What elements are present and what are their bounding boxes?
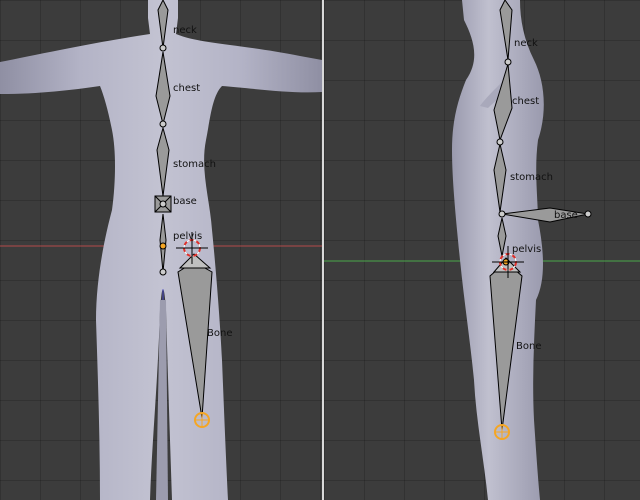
- side-view-canvas[interactable]: neck chest stomach base pelvis Bone: [324, 0, 640, 500]
- bone-joint-icon[interactable]: [159, 200, 167, 208]
- viewport-front[interactable]: neck chest stomach base pelvis Bone: [0, 0, 322, 500]
- bone-label-pelvis: pelvis: [512, 244, 541, 255]
- bone-joint-icon[interactable]: [159, 44, 167, 52]
- bone-label-bone: Bone: [516, 341, 541, 352]
- bone-label-bone: Bone: [207, 328, 232, 339]
- bone-joint-icon[interactable]: [584, 210, 592, 218]
- bone-label-stomach: stomach: [510, 172, 553, 183]
- bone-label-neck: neck: [514, 38, 538, 49]
- bone-label-stomach: stomach: [173, 159, 216, 170]
- bone-label-base: base: [554, 210, 578, 221]
- viewport-side[interactable]: neck chest stomach base pelvis Bone: [324, 0, 640, 500]
- bone-label-chest: chest: [173, 83, 200, 94]
- bone-joint-icon[interactable]: [496, 138, 504, 146]
- bone-label-neck: neck: [173, 25, 197, 36]
- bone-label-chest: chest: [512, 96, 539, 107]
- bone-label-base: base: [173, 196, 197, 207]
- bone-joint-icon[interactable]: [159, 120, 167, 128]
- bone-joint-icon[interactable]: [498, 210, 506, 218]
- front-view-canvas[interactable]: neck chest stomach base pelvis Bone: [0, 0, 322, 500]
- blender-3d-view: neck chest stomach base pelvis Bone neck…: [0, 0, 640, 500]
- bone-joint-icon[interactable]: [159, 268, 167, 276]
- bone-label-pelvis: pelvis: [173, 231, 202, 242]
- bone-joint-icon[interactable]: [504, 58, 512, 66]
- bone-joint-icon[interactable]: [159, 242, 167, 250]
